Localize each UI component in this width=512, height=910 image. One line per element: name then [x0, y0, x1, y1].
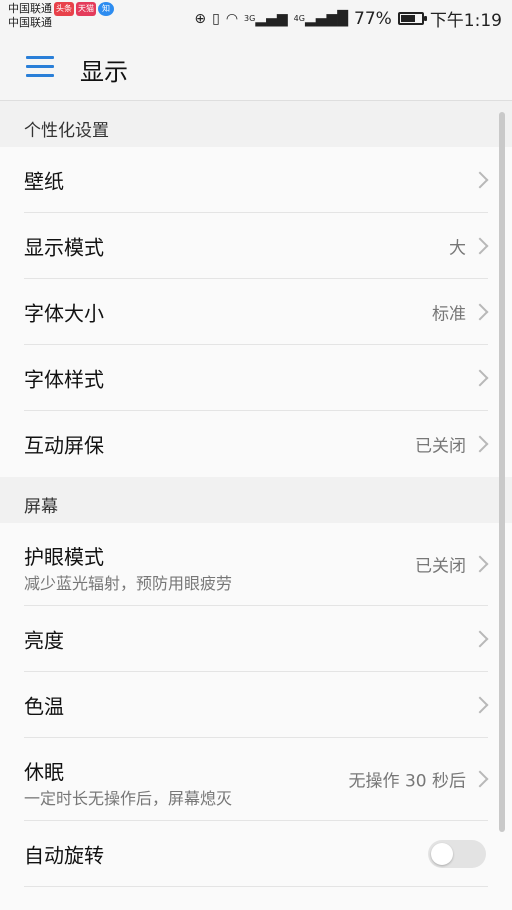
chevron-right-icon	[471, 171, 489, 188]
setting-row-eye-comfort[interactable]: 护眼模式 减少蓝光辐射，预防用眼疲劳 已关闭	[24, 523, 489, 606]
settings-list: 个性化设置 壁纸 显示模式 大 字体大小 标准 字体样式 互动屏保 已关闭 屏幕…	[0, 101, 512, 910]
zhihu-notification-icon: 知	[98, 2, 114, 16]
setting-title: 色温	[24, 694, 64, 718]
carrier-2: 中国联通	[8, 16, 52, 29]
setting-title: 护眼模式	[24, 545, 104, 569]
setting-title: 休眠	[24, 760, 64, 784]
setting-row-display-mode[interactable]: 显示模式 大	[24, 213, 489, 279]
page-title: 显示	[80, 58, 128, 86]
chevron-right-icon	[471, 435, 489, 453]
setting-row-auto-rotate[interactable]: 自动旋转	[24, 821, 488, 887]
setting-subtitle: 减少蓝光辐射，预防用眼疲劳	[24, 574, 233, 593]
section-header-personalization: 个性化设置	[0, 101, 512, 147]
setting-row-brightness[interactable]: 亮度	[24, 606, 489, 672]
signal-4g-icon: 4G▂▄▆█	[293, 10, 349, 27]
setting-value: 已关闭	[415, 556, 466, 577]
status-time: 下午1:19	[429, 11, 502, 31]
battery-percent: 77%	[354, 8, 392, 29]
data-saver-icon: ⊕	[194, 10, 207, 27]
setting-row-interactive-screensaver[interactable]: 互动屏保 已关闭	[24, 411, 489, 477]
chevron-right-icon	[471, 696, 489, 713]
status-bar: 中国联通 头条 天猫 知 中国联通 ⊕ ▯ ◠ 3G▂▄▆ 4G▂▄▆█ 77%…	[0, 0, 512, 34]
tmall-notification-icon: 天猫	[76, 2, 96, 16]
setting-subtitle: 一定时长无操作后，屏幕熄灭	[24, 789, 233, 808]
setting-row-font-style[interactable]: 字体样式	[24, 345, 489, 411]
vibrate-icon: ▯	[212, 10, 220, 27]
setting-row-sleep[interactable]: 休眠 一定时长无操作后，屏幕熄灭 无操作 30 秒后	[24, 738, 489, 821]
toggle-knob	[431, 842, 453, 865]
section-header-screen: 屏幕	[0, 477, 512, 523]
auto-rotate-toggle[interactable]	[428, 839, 486, 868]
carrier-1: 中国联通	[8, 2, 52, 15]
setting-row-font-size[interactable]: 字体大小 标准	[24, 279, 489, 345]
chevron-right-icon	[471, 630, 489, 647]
setting-title: 亮度	[24, 628, 64, 652]
chevron-right-icon	[471, 555, 489, 573]
setting-title: 字体大小	[24, 301, 104, 325]
setting-value: 无操作 30 秒后	[348, 771, 466, 792]
setting-row-color-temperature[interactable]: 色温	[24, 672, 489, 738]
setting-row-wallpaper[interactable]: 壁纸	[24, 147, 489, 213]
chevron-right-icon	[471, 303, 489, 320]
status-icons: ⊕ ▯ ◠ 3G▂▄▆ 4G▂▄▆█ 77% 下午1:19	[194, 6, 502, 32]
battery-icon	[397, 12, 427, 25]
setting-title: 字体样式	[24, 367, 104, 391]
setting-value: 大	[449, 238, 466, 258]
setting-value: 标准	[432, 304, 466, 324]
setting-title: 壁纸	[24, 169, 64, 193]
wifi-icon: ◠	[225, 10, 239, 27]
signal-3g-icon: 3G▂▄▆	[244, 10, 288, 27]
setting-value: 已关闭	[415, 436, 466, 457]
chevron-right-icon	[471, 237, 489, 254]
setting-title: 显示模式	[24, 235, 104, 259]
chevron-right-icon	[471, 369, 489, 386]
hamburger-menu-icon[interactable]	[26, 56, 54, 78]
chevron-right-icon	[471, 770, 489, 788]
setting-title: 自动旋转	[24, 843, 104, 867]
app-header: 显示	[0, 34, 512, 101]
carrier-block: 中国联通 头条 天猫 知 中国联通	[8, 2, 114, 30]
toutiao-notification-icon: 头条	[54, 2, 74, 16]
setting-title: 互动屏保	[24, 433, 104, 458]
scrollbar[interactable]	[499, 112, 505, 832]
